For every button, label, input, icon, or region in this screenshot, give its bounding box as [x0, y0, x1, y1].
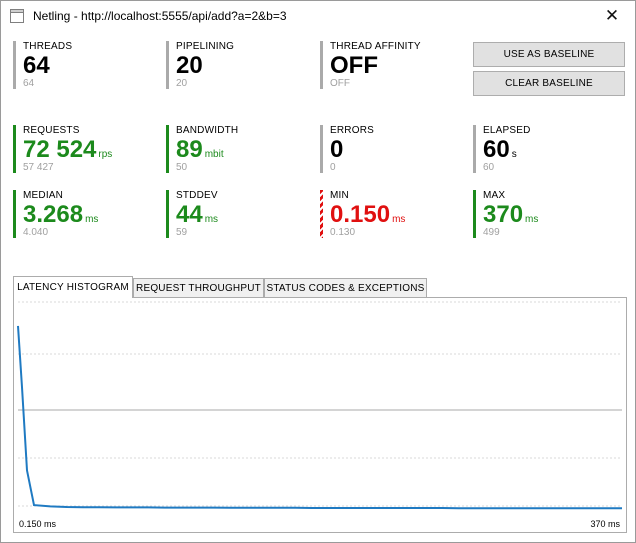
- metric-baseline: 64: [23, 78, 35, 89]
- metric-label: ERRORS: [330, 125, 374, 136]
- metric-value: 0: [330, 136, 344, 163]
- window-title: Netling - http://localhost:5555/api/add?…: [33, 9, 287, 23]
- metric-baseline: 0: [330, 162, 336, 173]
- metric-baseline: 60: [483, 162, 495, 173]
- clear-baseline-button[interactable]: CLEAR BASELINE: [473, 71, 625, 96]
- latency-series-line: [17, 325, 622, 510]
- metric-requests: REQUESTS 72 524 rps 57 427: [13, 125, 163, 175]
- metric-threads: THREADS 64 64: [13, 41, 163, 91]
- metric-pipelining: PIPELINING 20 20: [166, 41, 316, 91]
- use-as-baseline-button[interactable]: USE AS BASELINE: [473, 42, 625, 67]
- metric-baseline: 4.040: [23, 227, 49, 238]
- metric-indicator-bar: [320, 190, 323, 238]
- title-bar[interactable]: Netling - http://localhost:5555/api/add?…: [1, 1, 635, 31]
- metric-errors: ERRORS 0 0: [320, 125, 470, 175]
- latency-histogram-panel: 0.150 ms 370 ms: [13, 297, 627, 533]
- metric-thread-affinity: THREAD AFFINITY OFF OFF: [320, 41, 470, 91]
- metric-elapsed: ELAPSED 60 s 60: [473, 125, 623, 175]
- metric-unit: rps: [98, 149, 113, 160]
- metric-indicator-bar: [473, 125, 476, 173]
- metric-baseline: 20: [176, 78, 188, 89]
- metric-indicator-bar: [320, 125, 323, 173]
- metric-value: 72 524: [23, 136, 97, 163]
- metric-baseline: 0.130: [330, 227, 356, 238]
- metric-max: MAX 370 ms 499: [473, 190, 623, 240]
- metric-indicator-bar: [13, 190, 16, 238]
- metric-value: 44: [176, 201, 203, 228]
- metric-value: 370: [483, 201, 524, 228]
- metric-unit: ms: [392, 214, 406, 225]
- metric-indicator-bar: [13, 125, 16, 173]
- metric-baseline: OFF: [330, 78, 350, 89]
- close-icon: ✕: [604, 6, 620, 25]
- latency-histogram-chart: [17, 301, 622, 510]
- app-icon: [10, 9, 24, 23]
- metric-unit: mbit: [204, 149, 224, 160]
- metric-value: 64: [23, 52, 50, 79]
- metric-value: 3.268: [23, 201, 84, 228]
- metric-baseline: 59: [176, 227, 188, 238]
- metric-unit: ms: [204, 214, 219, 225]
- tab-status-codes-exceptions[interactable]: STATUS CODES & EXCEPTIONS: [264, 278, 427, 297]
- x-axis-min-label: 0.150 ms: [19, 519, 57, 529]
- metric-value: 0.150: [330, 201, 391, 228]
- metric-value: 89: [176, 136, 203, 163]
- metric-unit: ms: [85, 214, 99, 225]
- metric-indicator-bar: [320, 41, 323, 89]
- metric-stddev: STDDEV 44 ms 59: [166, 190, 316, 240]
- metric-value: OFF: [330, 52, 378, 79]
- metric-value: 60: [483, 136, 510, 163]
- metric-value: 20: [176, 52, 203, 79]
- metric-indicator-bar: [166, 41, 169, 89]
- metric-indicator-bar: [166, 125, 169, 173]
- metric-median: MEDIAN 3.268 ms 4.040: [13, 190, 163, 240]
- tab-request-throughput[interactable]: REQUEST THROUGHPUT: [133, 278, 264, 297]
- metric-indicator-bar: [13, 41, 16, 89]
- metric-unit: ms: [525, 214, 539, 225]
- metric-indicator-bar: [166, 190, 169, 238]
- metric-indicator-bar: [473, 190, 476, 238]
- metric-baseline: 499: [483, 227, 500, 238]
- close-button[interactable]: ✕: [589, 1, 635, 31]
- app-window: Netling - http://localhost:5555/api/add?…: [0, 0, 636, 543]
- x-axis-max-label: 370 ms: [590, 519, 620, 529]
- metric-min: MIN 0.150 ms 0.130: [320, 190, 470, 240]
- metric-baseline: 50: [176, 162, 188, 173]
- metric-bandwidth: BANDWIDTH 89 mbit 50: [166, 125, 316, 175]
- metric-baseline: 57 427: [23, 162, 54, 173]
- metric-unit: s: [511, 149, 517, 160]
- tab-latency-histogram[interactable]: LATENCY HISTOGRAM: [13, 276, 133, 298]
